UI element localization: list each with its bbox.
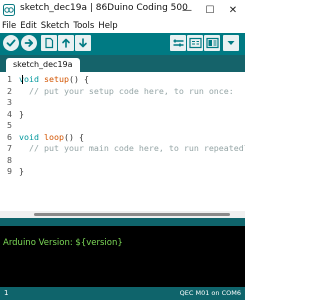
scrollbar-thumb[interactable] — [34, 213, 230, 216]
menu-tools[interactable]: Tools — [73, 20, 94, 33]
code-token: } — [19, 108, 24, 119]
line-number: 8 — [7, 154, 12, 165]
chevron-down-icon — [227, 41, 235, 45]
code-line[interactable]: 9} — [0, 166, 245, 178]
horizontal-scrollbar[interactable] — [0, 211, 245, 218]
code-line[interactable]: 2 // put your setup code here, to run on… — [0, 86, 245, 98]
ide-window: sketch_dec19a | 86Duino Coding 500 — ☐ ✕… — [0, 0, 245, 300]
maximize-button[interactable]: ☐ — [199, 0, 221, 20]
serial-plotter-icon — [173, 39, 183, 47]
menu-edit[interactable]: Edit — [20, 20, 36, 33]
code-comment: // put your setup code here, to run once… — [19, 85, 234, 96]
code-line[interactable]: 4} — [0, 109, 245, 121]
line-number: 1 — [7, 74, 12, 84]
save-button[interactable] — [75, 35, 91, 51]
line-number: 3 — [7, 97, 12, 107]
verify-icon — [6, 39, 16, 47]
serial-monitor-button[interactable] — [187, 35, 203, 51]
current-line-number: 1 — [4, 289, 9, 297]
code-line[interactable]: 7 // put your main code here, to run rep… — [0, 143, 245, 155]
code-line[interactable]: 6 void loop() { — [0, 132, 245, 144]
board-panel-icon — [205, 37, 219, 49]
menu-help[interactable]: Help — [98, 20, 117, 33]
close-icon: ✕ — [228, 4, 238, 16]
save-arrow-icon — [79, 38, 87, 48]
menu-sketch[interactable]: Sketch — [41, 20, 70, 33]
console-output: Arduino Version: ${version} — [0, 226, 245, 287]
line-number: 5 — [7, 120, 12, 130]
upload-arrow-icon — [24, 39, 34, 47]
tab-sketch[interactable]: sketch_dec19a — [6, 58, 80, 72]
toolbar — [0, 33, 245, 55]
line-number: 6 — [7, 131, 12, 142]
code-function: setup — [43, 74, 69, 84]
code-line[interactable]: 3 — [0, 97, 245, 109]
minimize-button[interactable]: — — [176, 0, 198, 20]
minimize-icon: — — [182, 4, 192, 16]
code-line[interactable]: 5 — [0, 120, 245, 132]
code-keyword: void — [19, 131, 39, 142]
line-number: 9 — [7, 166, 12, 176]
upload-button[interactable] — [21, 35, 37, 51]
status-bar: 1 QEC M01 on COM6 — [0, 287, 245, 300]
code-comment: // put your main code here, to run repea… — [19, 143, 245, 153]
code-token: () { — [63, 131, 84, 142]
code-token: } — [19, 166, 24, 176]
tab-menu-button[interactable] — [223, 35, 239, 51]
code-text: // put your setup code here, to run once… — [19, 86, 234, 98]
menu-file[interactable]: File — [2, 20, 16, 33]
title-bar: sketch_dec19a | 86Duino Coding 500 — ☐ ✕ — [0, 0, 245, 20]
serial-plotter-button[interactable] — [170, 35, 186, 51]
code-function: loop — [43, 131, 64, 142]
code-text: void loop() { — [19, 132, 84, 144]
board-port-status: QEC M01 on COM6 — [179, 289, 241, 297]
code-text: } — [19, 166, 24, 178]
line-number: 2 — [7, 85, 12, 96]
menu-bar: File Edit Sketch Tools Help — [0, 20, 245, 33]
editor-console-divider[interactable] — [0, 218, 245, 226]
code-editor[interactable]: 1 void setup() {2 // put your setup code … — [0, 72, 245, 211]
new-file-icon — [45, 37, 54, 49]
code-text: void setup() { — [19, 74, 89, 86]
code-text: // put your main code here, to run repea… — [19, 143, 245, 155]
board-panel-button[interactable] — [204, 35, 220, 51]
code-token: () { — [68, 74, 89, 84]
serial-monitor-icon — [188, 37, 202, 49]
line-number: 7 — [7, 143, 12, 153]
tab-strip: sketch_dec19a — [0, 55, 245, 72]
open-button[interactable] — [58, 35, 74, 51]
window-title: sketch_dec19a | 86Duino Coding 500 — [20, 3, 188, 13]
close-button[interactable]: ✕ — [222, 0, 244, 20]
maximize-icon: ☐ — [205, 4, 215, 16]
line-number: 4 — [7, 108, 12, 119]
console-message: Arduino Version: ${version} — [3, 238, 123, 248]
open-arrow-icon — [62, 38, 70, 48]
app-logo-icon — [3, 4, 15, 16]
code-text: } — [19, 109, 24, 121]
code-line[interactable]: 8 — [0, 155, 245, 167]
text-caret — [22, 75, 23, 84]
code-line[interactable]: 1 void setup() { — [0, 74, 245, 86]
new-sketch-button[interactable] — [41, 35, 57, 51]
verify-button[interactable] — [3, 35, 19, 51]
